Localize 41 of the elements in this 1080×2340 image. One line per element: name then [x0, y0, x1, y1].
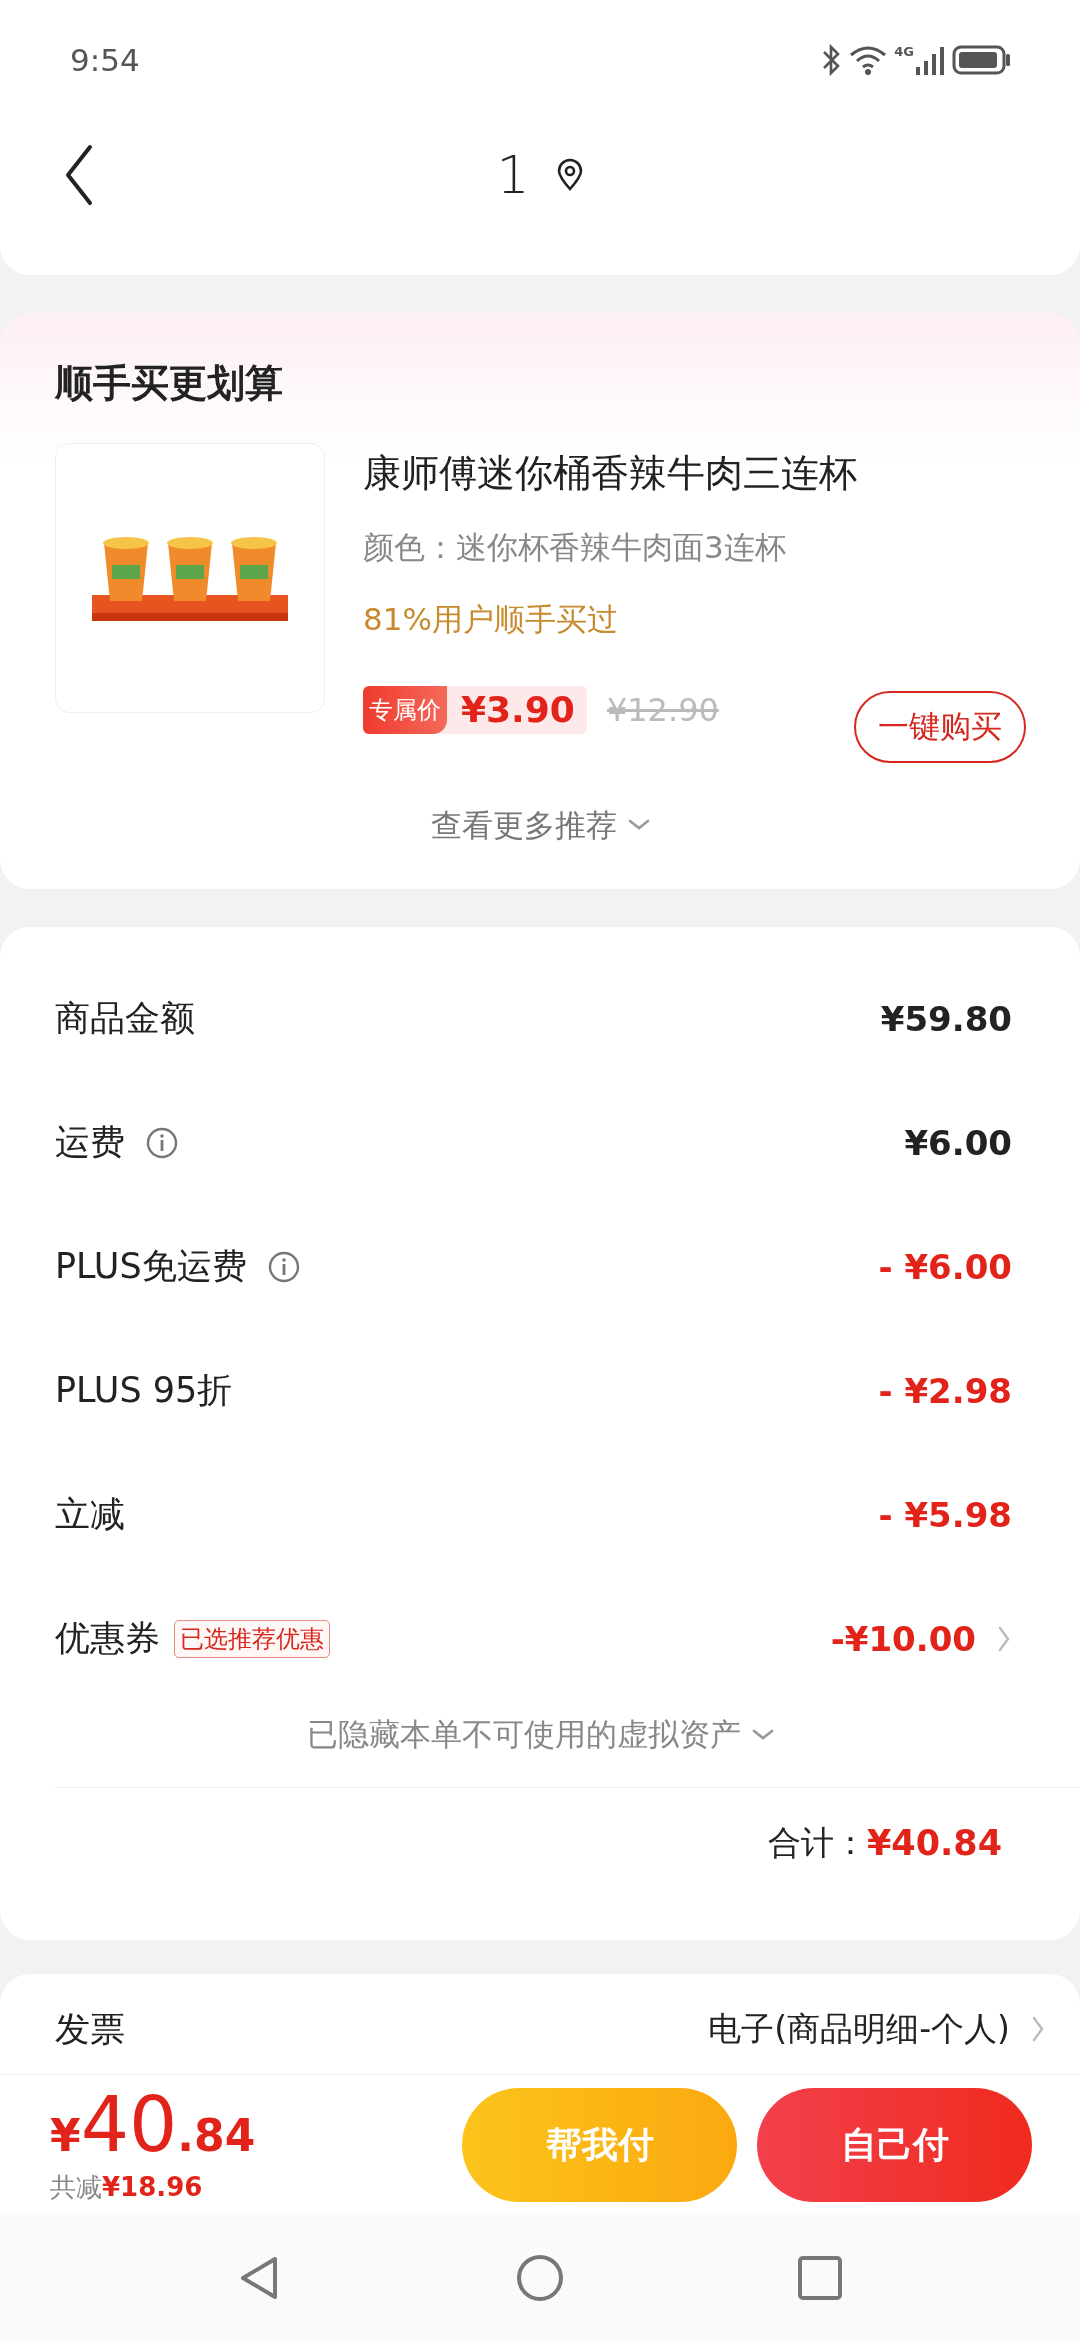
- original-price: ¥12.90: [606, 690, 719, 729]
- product-price: ¥3.90: [461, 689, 575, 730]
- savings-label: 共减: [50, 2172, 102, 2202]
- summary-amount: -¥10.00: [830, 1618, 976, 1659]
- total-price: ¥40.84: [50, 2085, 256, 2171]
- product-name: 康师傅迷你桶香辣牛肉三连杯: [363, 449, 858, 497]
- savings-amount: ¥18.96: [102, 2172, 203, 2202]
- clock-time: 9:54: [70, 42, 140, 78]
- summary-amount: ¥6.00: [904, 1122, 1012, 1163]
- summary-amount: - ¥2.98: [878, 1370, 1012, 1411]
- summary-amount: ¥59.80: [880, 998, 1012, 1039]
- exclusive-price-label: 专属价: [363, 685, 447, 734]
- invoice-label: 发票: [55, 2007, 125, 2051]
- total-label: 合计：: [767, 1821, 867, 1864]
- product-variant: 颜色：迷你杯香辣牛肉面3连杯: [363, 527, 787, 567]
- buy-now-button[interactable]: 一键购买: [854, 690, 1026, 763]
- home-icon[interactable]: [515, 2252, 565, 2303]
- info-icon[interactable]: [266, 1249, 301, 1284]
- summary-label: 优惠券: [55, 1617, 160, 1660]
- summary-label: 运费: [55, 1121, 125, 1164]
- summary-label: PLUS免运费: [55, 1245, 247, 1288]
- summary-label: PLUS 95折: [55, 1369, 233, 1412]
- hidden-assets-toggle[interactable]: 已隐藏本单不可使用的虚拟资产: [306, 1704, 775, 1765]
- summary-amount: - ¥6.00: [878, 1246, 1012, 1287]
- section-title: 顺手买更划算: [55, 359, 284, 407]
- battery-icon: [952, 44, 1012, 76]
- summary-label: 商品金额: [55, 997, 195, 1040]
- pay-button[interactable]: 自己付: [757, 2088, 1032, 2202]
- location-pin-icon: [555, 158, 584, 192]
- chevron-down-icon: [626, 817, 651, 832]
- summary-amount: - ¥5.98: [878, 1494, 1012, 1535]
- total-amount: ¥40.84: [866, 1823, 1002, 1863]
- summary-label: 立减: [55, 1493, 125, 1536]
- info-icon[interactable]: [145, 1125, 179, 1160]
- network-label: 4G: [894, 44, 914, 59]
- coupon-status-label: 已选推荐优惠: [174, 1619, 330, 1658]
- more-recommendations-link[interactable]: 查看更多推荐: [430, 774, 651, 875]
- chevron-down-icon: [750, 1727, 775, 1742]
- invoice-value[interactable]: 电子(商品明细-个人): [708, 2006, 1010, 2052]
- page-title: 1: [496, 145, 530, 205]
- purchase-rate-text: 81%用户顺手买过: [363, 599, 619, 639]
